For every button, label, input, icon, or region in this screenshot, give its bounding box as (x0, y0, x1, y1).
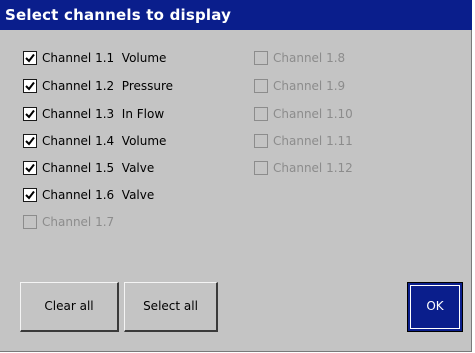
clear-all-button[interactable]: Clear all (20, 282, 119, 332)
channel-1-7-checkbox: Channel 1.7 (23, 212, 114, 232)
channel-1-10-checkbox: Channel 1.10 (254, 104, 353, 124)
channel-1-8-checkbox: Channel 1.8 (254, 48, 345, 68)
checkbox-box (254, 107, 268, 121)
checkbox-label: Channel 1.8 (273, 51, 346, 65)
checkmark-icon (25, 81, 35, 91)
channel-1-5-checkbox[interactable]: Channel 1.5 Valve (23, 158, 154, 178)
checkbox-box (23, 215, 37, 229)
channel-1-1-checkbox[interactable]: Channel 1.1 Volume (23, 48, 166, 68)
channel-1-12-checkbox: Channel 1.12 (254, 158, 353, 178)
channel-1-4-checkbox[interactable]: Channel 1.4 Volume (23, 131, 166, 151)
checkbox-label: Channel 1.3 In Flow (42, 107, 165, 121)
checkbox-label: Channel 1.5 Valve (42, 161, 155, 175)
checkmark-icon (25, 163, 35, 173)
checkbox-label: Channel 1.10 (273, 107, 353, 121)
checkbox-box[interactable] (23, 79, 37, 93)
checkmark-icon (25, 53, 35, 63)
channel-1-3-checkbox[interactable]: Channel 1.3 In Flow (23, 104, 164, 124)
dialog-title: Select channels to display (0, 0, 472, 30)
checkbox-label: Channel 1.4 Volume (42, 134, 167, 148)
ok-button[interactable]: OK (407, 282, 463, 332)
checkmark-icon (25, 136, 35, 146)
checkbox-label: Channel 1.6 Valve (42, 188, 155, 202)
checkbox-box[interactable] (23, 107, 37, 121)
checkbox-box (254, 161, 268, 175)
checkbox-box[interactable] (23, 51, 37, 65)
checkbox-label: Channel 1.11 (273, 134, 353, 148)
checkbox-label: Channel 1.2 Pressure (42, 79, 174, 93)
channel-1-11-checkbox: Channel 1.11 (254, 131, 353, 151)
checkbox-box[interactable] (23, 188, 37, 202)
checkbox-label: Channel 1.1 Volume (42, 51, 167, 65)
checkmark-icon (25, 190, 35, 200)
checkbox-box[interactable] (23, 161, 37, 175)
checkbox-box (254, 79, 268, 93)
checkbox-box (254, 134, 268, 148)
checkbox-box (254, 51, 268, 65)
select-all-button[interactable]: Select all (124, 282, 218, 332)
checkbox-box[interactable] (23, 134, 37, 148)
channel-select-dialog: Select channels to display Channel 1.1 V… (0, 0, 472, 352)
channel-1-6-checkbox[interactable]: Channel 1.6 Valve (23, 185, 154, 205)
checkbox-label: Channel 1.12 (273, 161, 353, 175)
ok-label: OK (426, 299, 444, 313)
checkbox-label: Channel 1.7 (42, 215, 115, 229)
channel-1-2-checkbox[interactable]: Channel 1.2 Pressure (23, 76, 173, 96)
checkbox-label: Channel 1.9 (273, 79, 346, 93)
channel-1-9-checkbox: Channel 1.9 (254, 76, 345, 96)
checkmark-icon (25, 109, 35, 119)
